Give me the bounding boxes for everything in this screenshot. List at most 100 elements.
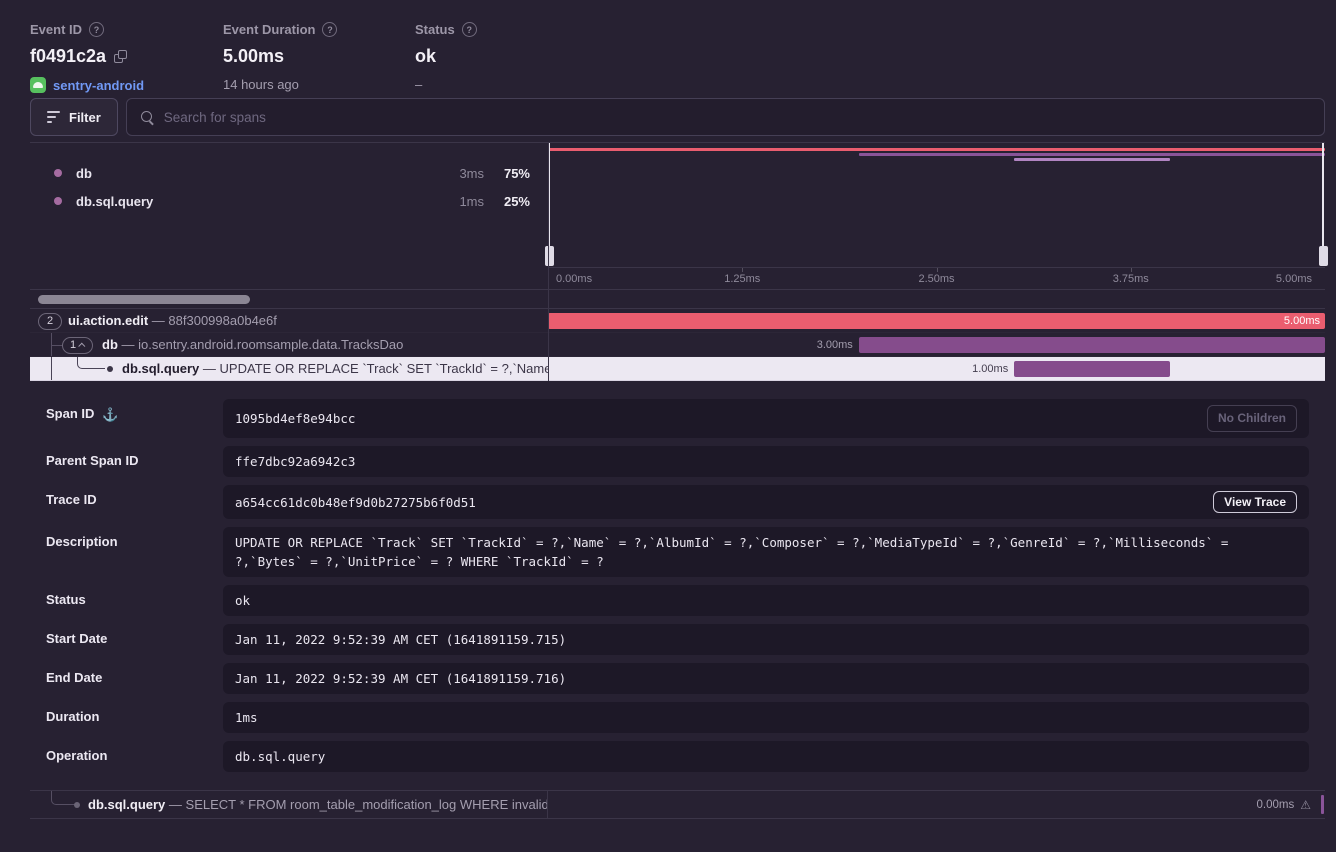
op-color-dot: [54, 197, 62, 205]
detail-label: Operation: [46, 748, 107, 763]
span-bar-duration: 5.00ms: [1284, 315, 1320, 327]
event-header: Event ID ? f0491c2a sentry-android Event…: [30, 0, 1325, 98]
filter-icon: [47, 111, 60, 123]
help-icon[interactable]: ?: [89, 22, 104, 37]
tree-connector: [51, 345, 62, 346]
project-link[interactable]: sentry-android: [53, 78, 144, 93]
span-bar[interactable]: 5.00ms: [548, 313, 1325, 329]
detail-label: End Date: [46, 670, 102, 685]
detail-label: Trace ID: [46, 492, 97, 507]
event-id-label: Event ID: [30, 22, 82, 37]
event-id-label-row: Event ID ?: [30, 22, 223, 37]
span-op: db.sql.query: [122, 361, 199, 376]
filter-button-label: Filter: [69, 110, 101, 125]
tree-connector: [51, 791, 75, 805]
span-bar-duration: 0.00ms: [1257, 799, 1295, 811]
minimap-right-handle[interactable]: [1322, 143, 1324, 266]
trace-minimap[interactable]: [548, 143, 1325, 267]
op-name: db.sql.query: [76, 194, 440, 209]
span-id-value: 1095bd4ef8e94bcc: [235, 409, 1207, 428]
span-bar[interactable]: [859, 337, 1325, 353]
op-duration: 1ms: [440, 194, 484, 209]
end-date-value: Jan 11, 2022 9:52:39 AM CET (1641891159.…: [235, 669, 1297, 688]
span-node-dot: [74, 802, 80, 808]
status-value-box: ok: [223, 585, 1309, 616]
filter-button[interactable]: Filter: [30, 98, 118, 136]
trace-id-value-box: a654cc61dc0b48ef9d0b27275b6f0d51 View Tr…: [223, 485, 1309, 519]
op-percentage: 25%: [484, 194, 530, 209]
detail-label: Description: [46, 534, 118, 549]
span-search[interactable]: [126, 98, 1325, 136]
event-id-block: Event ID ? f0491c2a sentry-android: [30, 22, 223, 98]
status-block: Status ? ok –: [415, 22, 615, 98]
span-op: db: [102, 337, 118, 352]
anchor-icon[interactable]: ⚓: [102, 406, 118, 423]
help-icon[interactable]: ?: [322, 22, 337, 37]
axis-tick: 5.00ms: [1276, 273, 1312, 285]
axis-tick: 0.00ms: [556, 273, 592, 285]
operation-value-box: db.sql.query: [223, 741, 1309, 772]
axis-tick: 1.25ms: [724, 273, 760, 285]
event-duration-label: Event Duration: [223, 22, 315, 37]
span-desc: SELECT * FROM room_table_modification_lo…: [186, 797, 548, 812]
ops-breakdown: db 3ms 75% db.sql.query 1ms 25%: [30, 143, 548, 289]
timeline-axis: 0.00ms 1.25ms 2.50ms 3.75ms 5.00ms: [548, 267, 1325, 289]
span-op: ui.action.edit: [68, 313, 148, 328]
chevron-up-icon: [78, 342, 85, 349]
duration-value-box: 1ms: [223, 702, 1309, 733]
children-count-badge[interactable]: 1: [62, 337, 93, 354]
minimap-span-line: [548, 148, 1325, 151]
no-children-badge: No Children: [1207, 405, 1297, 432]
detail-label: Status: [46, 592, 86, 607]
span-desc: 88f300998a0b4e6f: [168, 313, 276, 328]
span-bar-duration: 1.00ms: [972, 363, 1008, 375]
description-value: UPDATE OR REPLACE `Track` SET `TrackId` …: [235, 533, 1297, 571]
span-node-dot: [107, 366, 113, 372]
warning-icon: ⚠: [1300, 798, 1311, 812]
span-desc: UPDATE OR REPLACE `Track` SET `TrackId` …: [220, 361, 548, 376]
detail-label: Span ID: [46, 406, 94, 421]
children-count-badge[interactable]: 2: [38, 313, 62, 330]
android-project-icon: [30, 77, 46, 93]
span-row-db-sql-query-selected[interactable]: db.sql.query — UPDATE OR REPLACE `Track`…: [30, 357, 1325, 381]
status-value: ok: [415, 46, 436, 67]
horizontal-scrollbar-thumb[interactable]: [38, 295, 250, 304]
search-input[interactable]: [164, 110, 1310, 125]
copy-icon[interactable]: [114, 50, 127, 63]
parent-span-id-value: ffe7dbc92a6942c3: [235, 452, 1297, 471]
tree-timeline-divider[interactable]: [548, 143, 549, 381]
detail-label: Duration: [46, 709, 99, 724]
trace-id-value: a654cc61dc0b48ef9d0b27275b6f0d51: [235, 493, 1213, 512]
horizontal-scrollbar[interactable]: [30, 289, 1325, 309]
event-duration-value: 5.00ms: [223, 46, 284, 67]
description-value-box: UPDATE OR REPLACE `Track` SET `TrackId` …: [223, 527, 1309, 577]
span-row-db[interactable]: 1 db — io.sentry.android.roomsample.data…: [30, 333, 1325, 357]
trace-waterfall: db 3ms 75% db.sql.query 1ms 25%: [30, 142, 1325, 381]
ops-breakdown-row: db.sql.query 1ms 25%: [30, 187, 548, 215]
op-name: db: [76, 166, 440, 181]
view-trace-button[interactable]: View Trace: [1213, 491, 1297, 513]
duration-value: 1ms: [235, 708, 1297, 727]
status-detail-value: ok: [235, 591, 1297, 610]
toolbar: Filter: [30, 98, 1325, 136]
axis-tick: 2.50ms: [918, 273, 954, 285]
start-date-value: Jan 11, 2022 9:52:39 AM CET (1641891159.…: [235, 630, 1297, 649]
event-age: 14 hours ago: [223, 77, 299, 92]
help-icon[interactable]: ?: [462, 22, 477, 37]
span-row-db-sql-query-select[interactable]: db.sql.query — SELECT * FROM room_table_…: [30, 790, 1325, 819]
end-date-value-box: Jan 11, 2022 9:52:39 AM CET (1641891159.…: [223, 663, 1309, 694]
status-label: Status: [415, 22, 455, 37]
span-row-ui-action-edit[interactable]: 2 ui.action.edit — 88f300998a0b4e6f 5.00…: [30, 309, 1325, 333]
start-date-value-box: Jan 11, 2022 9:52:39 AM CET (1641891159.…: [223, 624, 1309, 655]
span-bar[interactable]: [1014, 361, 1169, 377]
search-icon: [141, 111, 154, 124]
span-id-value-box: 1095bd4ef8e94bcc No Children: [223, 399, 1309, 438]
tree-guide-line: [51, 357, 52, 380]
ops-breakdown-row: db 3ms 75%: [30, 159, 548, 187]
zero-duration-bar: [1321, 795, 1324, 814]
event-id-value: f0491c2a: [30, 46, 106, 67]
minimap-span-line: [1014, 158, 1169, 161]
span-bar-duration: 3.00ms: [817, 339, 853, 351]
page: Event ID ? f0491c2a sentry-android Event…: [30, 0, 1325, 819]
tree-connector: [77, 357, 105, 369]
